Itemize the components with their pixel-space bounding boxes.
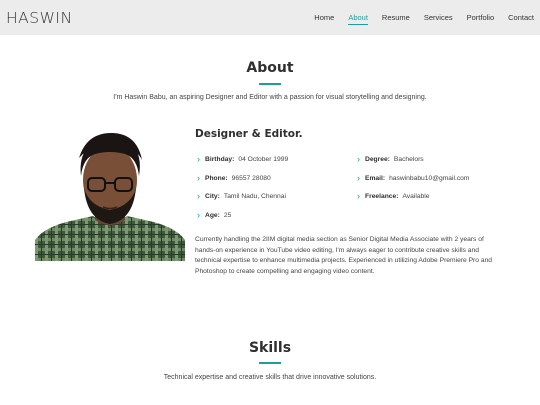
about-title: About <box>246 60 294 76</box>
detail-birthday: › Birthday: 04 October 1999 <box>197 155 288 164</box>
chevron-right-icon: › <box>357 173 360 183</box>
detail-value: 25 <box>223 212 232 219</box>
skills-title: Skills <box>248 340 292 356</box>
chevron-right-icon: › <box>357 154 360 164</box>
detail-key: Phone: <box>205 175 228 182</box>
detail-key: Email: <box>365 175 386 182</box>
detail-value: 96557 28080 <box>231 175 271 182</box>
detail-value: Bachelors <box>393 156 424 163</box>
detail-key: Birthday: <box>205 156 235 163</box>
chevron-right-icon: › <box>197 173 200 183</box>
site-logo[interactable]: HASWIN <box>6 9 73 27</box>
detail-key: Age: <box>205 212 220 219</box>
nav-about[interactable]: About <box>348 0 368 35</box>
detail-key: Degree: <box>365 156 390 163</box>
profile-photo <box>35 128 185 261</box>
detail-city: › City: Tamil Nadu, Chennai <box>197 192 286 201</box>
detail-value: Tamil Nadu, Chennai <box>223 193 286 200</box>
detail-age: › Age: 25 <box>197 211 231 220</box>
nav-contact[interactable]: Contact <box>508 0 534 35</box>
main-nav: Home About Resume Services Portfolio Con… <box>314 0 540 35</box>
site-header: HASWIN Home About Resume Services Portfo… <box>0 0 540 35</box>
detail-degree: › Degree: Bachelors <box>357 155 424 164</box>
skills-intro: Technical expertise and creative skills … <box>163 374 377 381</box>
nav-home[interactable]: Home <box>314 0 334 35</box>
detail-value: haswinbabu10@gmail.com <box>389 175 470 182</box>
about-description: Currently handling the 2IIM digital medi… <box>195 236 493 276</box>
role-title: Designer & Editor. <box>195 128 303 140</box>
detail-value: 04 October 1999 <box>238 156 289 163</box>
about-intro: I'm Haswin Babu, an aspiring Designer an… <box>113 94 427 101</box>
nav-resume[interactable]: Resume <box>382 0 410 35</box>
detail-key: Freelance: <box>365 193 399 200</box>
detail-value: Available <box>402 193 430 200</box>
nav-portfolio[interactable]: Portfolio <box>467 0 495 35</box>
chevron-right-icon: › <box>197 191 200 201</box>
detail-key: City: <box>205 193 220 200</box>
chevron-right-icon: › <box>197 154 200 164</box>
detail-freelance: › Freelance: Available <box>357 192 430 201</box>
chevron-right-icon: › <box>197 210 200 220</box>
detail-email: › Email: haswinbabu10@gmail.com <box>357 174 469 183</box>
about-title-underline <box>259 83 281 85</box>
skills-title-underline <box>259 362 281 364</box>
chevron-right-icon: › <box>357 191 360 201</box>
detail-phone: › Phone: 96557 28080 <box>197 174 271 183</box>
nav-services[interactable]: Services <box>424 0 453 35</box>
